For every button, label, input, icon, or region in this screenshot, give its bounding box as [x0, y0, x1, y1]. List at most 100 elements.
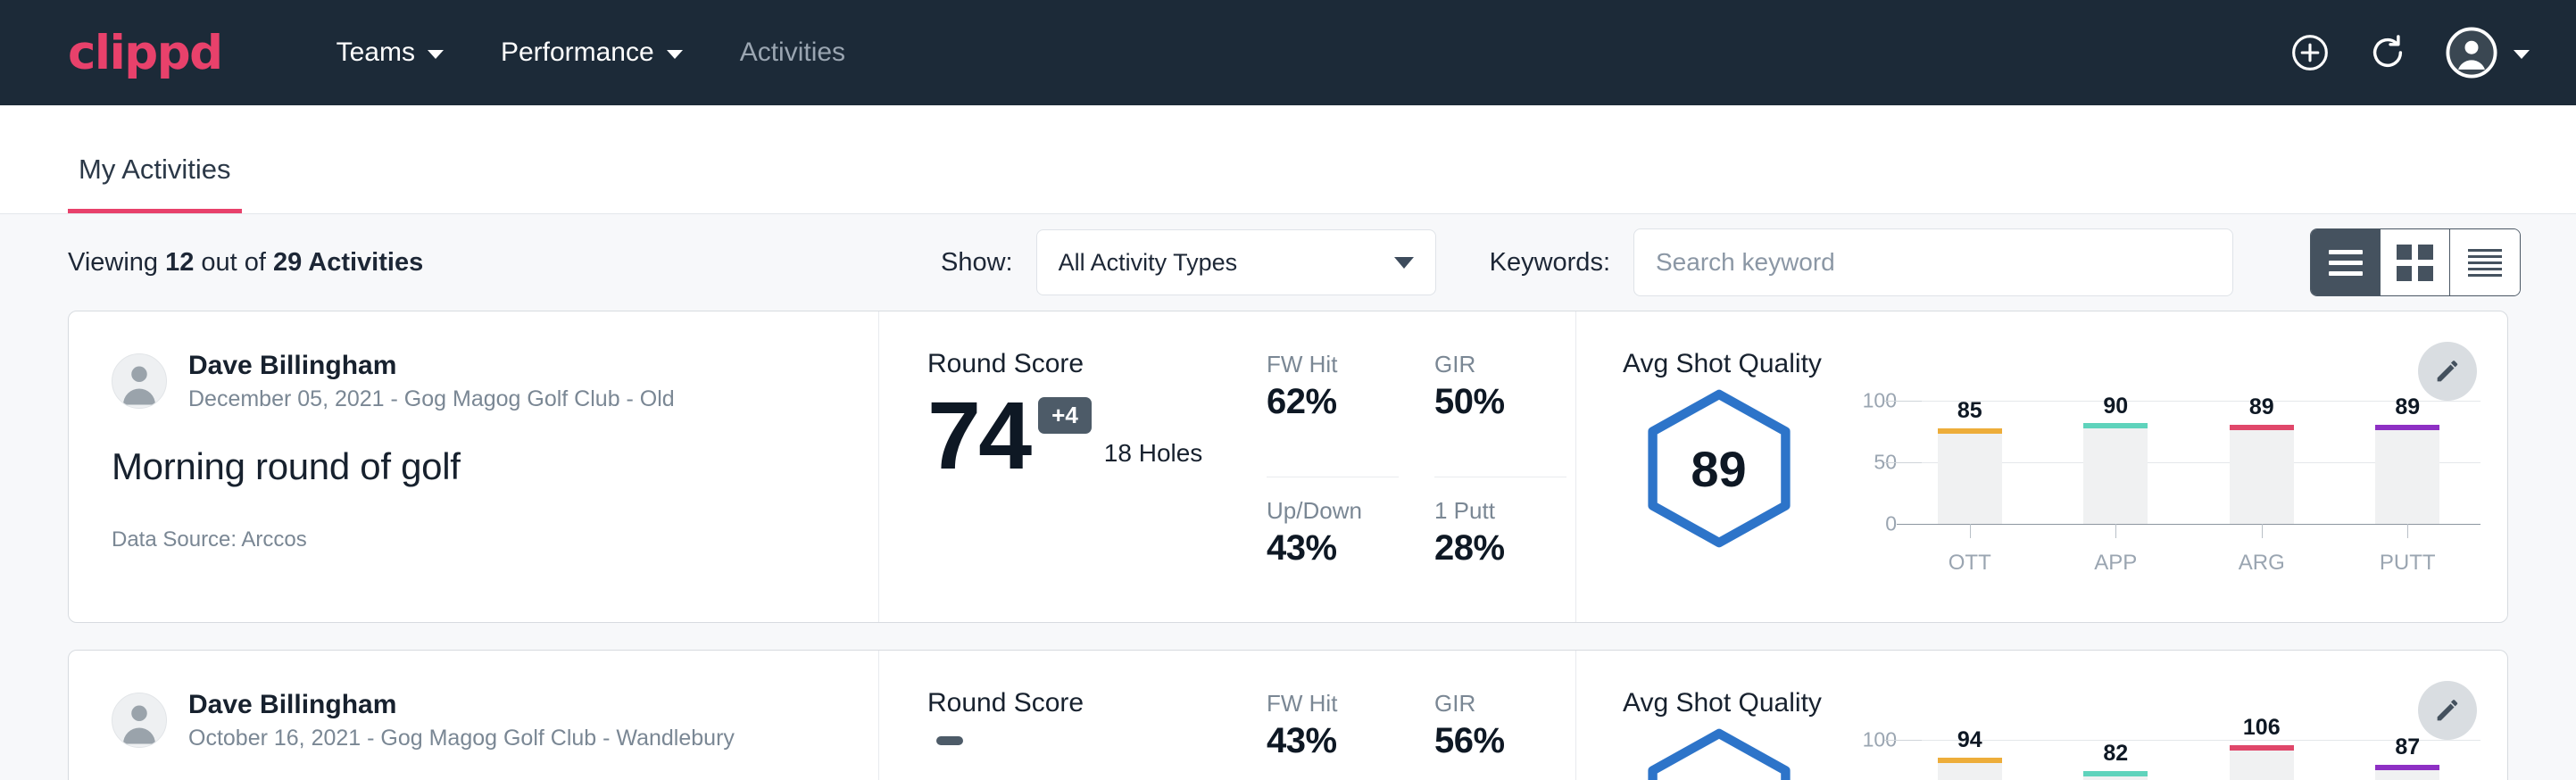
- bar-app: 82: [2083, 740, 2148, 780]
- brand-logo[interactable]: clippd: [68, 29, 222, 77]
- player-name: Dave Billingham: [188, 688, 735, 722]
- nav-item-activities-label: Activities: [740, 37, 845, 68]
- bar-value: 82: [2083, 741, 2148, 767]
- avg-shot-quality-label: Avg Shot Quality: [1623, 349, 2507, 379]
- filter-controls: Show: All Activity Types Keywords:: [941, 228, 2521, 296]
- x-label-putt: PUTT: [2375, 551, 2439, 576]
- activity-quality-column: Avg Shot Quality 89 100 50: [1575, 311, 2507, 622]
- nav-item-teams[interactable]: Teams: [308, 37, 472, 68]
- stat-value: 56%: [1434, 721, 1566, 761]
- activity-player-header: Dave Billingham December 05, 2021 - Gog …: [112, 349, 835, 413]
- edit-activity-button[interactable]: [2418, 342, 2477, 401]
- round-score-value: 74: [927, 385, 1029, 485]
- round-score-block: Round Score 74 +4 18 Holes: [927, 349, 1267, 622]
- avatar: [112, 353, 167, 409]
- overall-quality-value: [1640, 727, 1799, 780]
- activity-type-select[interactable]: All Activity Types: [1036, 229, 1436, 295]
- activity-card[interactable]: Dave Billingham October 16, 2021 - Gog M…: [68, 650, 2508, 780]
- nav-item-teams-label: Teams: [337, 37, 415, 68]
- filter-toolbar: Viewing 12 out of 29 Activities Show: Al…: [0, 214, 2576, 311]
- overall-quality-gauge: [1623, 727, 1815, 780]
- round-score-block: Round Score: [927, 688, 1267, 780]
- stat-label: Up/Down: [1267, 497, 1399, 525]
- person-icon: [112, 353, 166, 408]
- stat-fw-hit: FW Hit 43%: [1267, 690, 1399, 780]
- activity-card[interactable]: Dave Billingham December 05, 2021 - Gog …: [68, 311, 2508, 623]
- y-tick-0: 0: [1885, 512, 1897, 536]
- bar-arg: 106: [2230, 740, 2294, 780]
- nav-item-performance-label: Performance: [501, 37, 654, 68]
- bar-value: 90: [2083, 394, 2148, 419]
- pencil-icon: [2432, 356, 2463, 386]
- overall-quality-gauge: 89: [1623, 388, 1815, 549]
- activity-meta: October 16, 2021 - Gog Magog Golf Club -…: [188, 724, 735, 753]
- player-name: Dave Billingham: [188, 349, 675, 383]
- bar-value: 87: [2375, 734, 2439, 760]
- avatar: [112, 693, 167, 748]
- bar-value: 89: [2230, 394, 2294, 420]
- viewing-count: 12: [165, 248, 194, 277]
- view-mode-toggle-group: [2310, 228, 2521, 296]
- keywords-label: Keywords:: [1490, 248, 1610, 278]
- nav-right-actions: [2290, 27, 2530, 79]
- x-label-arg: ARG: [2230, 551, 2294, 576]
- refresh-icon: [2367, 32, 2408, 73]
- chevron-down-icon: [428, 50, 444, 59]
- chart-plot-area: 94 82 106: [1897, 740, 2480, 780]
- activity-identity-column: Dave Billingham December 05, 2021 - Gog …: [69, 311, 879, 622]
- shot-quality-bar-chart: 100 50 0 85: [1815, 388, 2507, 576]
- activity-stats-grid: FW Hit 62% GIR 50% Up/Down 43% 1 Putt 28…: [1267, 349, 1566, 622]
- chevron-down-icon: [1394, 257, 1414, 269]
- stat-gir: GIR 50%: [1434, 351, 1566, 477]
- viewing-count-text: Viewing 12 out of 29 Activities: [68, 248, 423, 278]
- viewing-prefix: Viewing: [68, 248, 165, 277]
- chart-bars: 85 90 89: [1897, 401, 2480, 524]
- stat-value: 43%: [1267, 721, 1399, 761]
- viewing-total: 29 Activities: [273, 248, 423, 277]
- chart-y-axis: 100 50 0: [1845, 740, 1897, 780]
- viewing-mid: out of: [194, 248, 273, 277]
- stat-value: 62%: [1267, 382, 1399, 422]
- list-view-icon: [2329, 250, 2363, 276]
- search-keyword-input[interactable]: [1633, 228, 2233, 296]
- activity-player-header: Dave Billingham October 16, 2021 - Gog M…: [112, 688, 835, 752]
- stat-up-down: Up/Down 43%: [1267, 497, 1399, 623]
- stat-one-putt: 1 Putt 28%: [1434, 497, 1566, 623]
- view-mode-list-button[interactable]: [2311, 229, 2381, 295]
- chart-bars: 94 82 106: [1897, 740, 2480, 780]
- compact-view-icon: [2468, 249, 2502, 277]
- bar-ott: 94: [1938, 740, 2002, 780]
- stat-value: 43%: [1267, 528, 1399, 568]
- add-activity-button[interactable]: [2290, 33, 2330, 72]
- chevron-down-icon: [2514, 50, 2530, 59]
- top-navigation-bar: clippd Teams Performance Activities: [0, 0, 2576, 105]
- nav-item-activities[interactable]: Activities: [711, 37, 874, 68]
- stat-value: 50%: [1434, 382, 1566, 422]
- account-menu-button[interactable]: [2446, 27, 2530, 79]
- activity-data-source: Data Source: Arccos: [112, 527, 835, 552]
- avg-shot-quality-label: Avg Shot Quality: [1623, 688, 2507, 718]
- grid-view-icon: [2397, 245, 2433, 281]
- bar-putt: 89: [2375, 401, 2439, 524]
- edit-activity-button[interactable]: [2418, 681, 2477, 740]
- activity-identity-column: Dave Billingham October 16, 2021 - Gog M…: [69, 651, 879, 780]
- activity-quality-column: Avg Shot Quality 100 50: [1575, 651, 2507, 780]
- stat-fw-hit: FW Hit 62%: [1267, 351, 1399, 477]
- view-mode-grid-button[interactable]: [2381, 229, 2450, 295]
- chart-x-axis-labels: OTT APP ARG PUTT: [1897, 551, 2480, 576]
- bar-arg: 89: [2230, 401, 2294, 524]
- activity-title: Morning round of golf: [112, 445, 835, 488]
- stat-label: FW Hit: [1267, 690, 1399, 718]
- stat-value: 28%: [1434, 528, 1566, 568]
- activity-score-column: Round Score FW Hit 43% GIR 56%: [879, 651, 1575, 780]
- nav-item-performance[interactable]: Performance: [472, 37, 711, 68]
- account-avatar-icon: [2446, 27, 2497, 79]
- x-label-ott: OTT: [1938, 551, 2002, 576]
- view-mode-compact-button[interactable]: [2450, 229, 2520, 295]
- holes-played: 18 Holes: [1104, 439, 1203, 468]
- activity-meta: December 05, 2021 - Gog Magog Golf Club …: [188, 385, 675, 414]
- overall-quality-value: 89: [1640, 388, 1799, 549]
- refresh-button[interactable]: [2367, 32, 2408, 73]
- tab-my-activities[interactable]: My Activities: [68, 154, 242, 213]
- x-label-app: APP: [2083, 551, 2148, 576]
